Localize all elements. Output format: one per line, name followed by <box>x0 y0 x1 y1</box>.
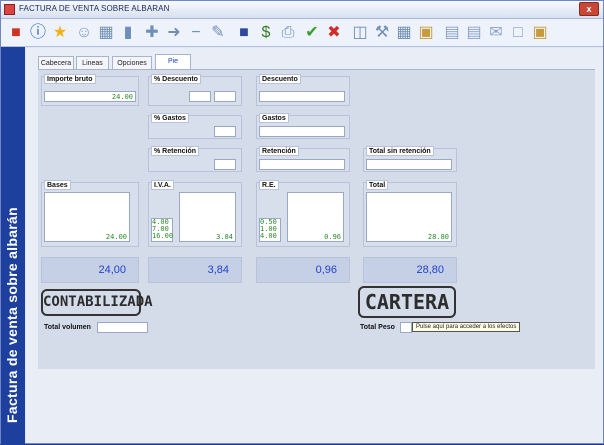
iva-rate-3: 16.00 <box>152 232 174 240</box>
remove-line-icon[interactable]: − <box>185 22 207 44</box>
tab-cabecera[interactable]: Cabecera <box>38 56 74 70</box>
total-sin-retencion-label: Total sin retención <box>366 146 434 156</box>
document-icon[interactable]: ▤ <box>441 22 463 44</box>
sidebar-title: Factura de venta sobre albarán <box>4 207 20 423</box>
pct-gastos-field[interactable] <box>214 126 236 137</box>
box-icon[interactable]: ▣ <box>415 22 437 44</box>
lock-icon[interactable]: □ <box>507 22 529 44</box>
total-volumen-label: Total volumen <box>44 324 91 331</box>
bases-label: Bases <box>44 180 71 190</box>
total-sin-retencion-field[interactable] <box>366 159 452 170</box>
tab-pie[interactable]: Pie <box>155 54 191 70</box>
calendar-icon[interactable]: ▦ <box>95 22 117 44</box>
calculator-icon[interactable]: ▦ <box>393 22 415 44</box>
sidebar: Factura de venta sobre albarán <box>1 47 25 445</box>
app-icon <box>4 4 15 15</box>
tooltip: Pulse aquí para acceder a los efectos <box>412 322 521 332</box>
add-line-icon[interactable]: ✚ <box>141 22 163 44</box>
re-label: R.E. <box>259 180 279 190</box>
descuento-label: Descuento <box>259 74 301 84</box>
total-area[interactable]: 28.80 <box>366 192 452 242</box>
tools-icon[interactable]: ⚒ <box>371 22 393 44</box>
re-value: 0.96 <box>324 233 341 241</box>
iva-label: I.V.A. <box>151 180 174 190</box>
users-icon[interactable]: ☺ <box>73 22 95 44</box>
money-icon[interactable]: $ <box>255 22 277 44</box>
grand-total: 28,80 <box>363 257 457 283</box>
total-label: Total <box>366 180 389 190</box>
close-button[interactable]: x <box>579 2 599 16</box>
star-icon[interactable]: ★ <box>49 22 71 44</box>
iva-total: 3,84 <box>148 257 242 283</box>
total-value: 28.80 <box>427 233 449 241</box>
package-icon[interactable]: ▣ <box>529 22 551 44</box>
title-bar: FACTURA DE VENTA SOBRE ALBARAN x <box>1 1 603 19</box>
iva-area[interactable]: 3.84 <box>179 192 236 242</box>
email-icon[interactable]: ✉ <box>485 22 507 44</box>
bases-value: 24.00 <box>105 233 127 241</box>
info-icon[interactable]: ⓘ <box>27 22 49 44</box>
pct-descuento-field-2[interactable] <box>214 91 236 102</box>
app-window: FACTURA DE VENTA SOBRE ALBARAN x ■ ⓘ ★ ☺… <box>0 0 604 445</box>
total-peso-field[interactable] <box>400 322 412 333</box>
window-title: FACTURA DE VENTA SOBRE ALBARAN <box>19 4 170 13</box>
pct-retencion-field[interactable] <box>214 159 236 170</box>
book-icon[interactable]: ■ <box>233 22 255 44</box>
toolbar: ■ ⓘ ★ ☺ ▦ ▮ ✚ ➜ − ✎ ■ $ ⎙ ✔ ✖ ◫ ⚒ ▦ ▣ ▤ … <box>1 19 603 47</box>
total-peso-label: Total Peso <box>360 324 395 331</box>
retencion-label: Retención <box>259 146 299 156</box>
pct-descuento-field-1[interactable] <box>189 91 211 102</box>
iva-rates: 4.00 7.00 16.00 <box>151 218 173 242</box>
importe-bruto-label: Importe bruto <box>44 74 96 84</box>
gastos-field[interactable] <box>259 126 345 137</box>
print-icon[interactable]: ⎙ <box>277 22 299 44</box>
re-rate-3: 4.00 <box>260 232 277 240</box>
retencion-field[interactable] <box>259 159 345 170</box>
importe-bruto-field[interactable]: 24.00 <box>44 91 136 102</box>
re-rates: 0.50 1.00 4.00 <box>259 218 281 242</box>
report-icon[interactable]: ▤ <box>463 22 485 44</box>
cancel-icon[interactable]: ✖ <box>323 22 345 44</box>
gastos-label: Gastos <box>259 113 289 123</box>
pie-panel: Importe bruto 24.00 % Descuento Descuent… <box>38 69 595 369</box>
edit-icon[interactable]: ✎ <box>207 22 229 44</box>
descuento-field[interactable] <box>259 91 345 102</box>
bases-area[interactable]: 24.00 <box>44 192 130 242</box>
tab-opciones[interactable]: Opciones <box>112 56 152 70</box>
accept-icon[interactable]: ✔ <box>301 22 323 44</box>
pct-retencion-label: % Retención <box>151 146 200 156</box>
total-volumen-field[interactable] <box>97 322 148 333</box>
main-content: Cabecera Lineas Opciones Pie Importe bru… <box>26 48 603 443</box>
pct-gastos-label: % Gastos <box>151 113 189 123</box>
contabilizada-stamp: CONTABILIZADA <box>41 289 153 316</box>
iva-value: 3.84 <box>216 233 233 241</box>
chart-icon[interactable]: ▮ <box>117 22 139 44</box>
bases-total: 24,00 <box>41 257 139 283</box>
pct-descuento-label: % Descuento <box>151 74 201 84</box>
tab-lineas[interactable]: Lineas <box>76 56 109 70</box>
move-icon[interactable]: ➜ <box>163 22 185 44</box>
re-area[interactable]: 0.96 <box>287 192 344 242</box>
re-total: 0,96 <box>256 257 350 283</box>
save-icon[interactable]: ◫ <box>349 22 371 44</box>
cartera-stamp[interactable]: CARTERA <box>358 286 456 318</box>
